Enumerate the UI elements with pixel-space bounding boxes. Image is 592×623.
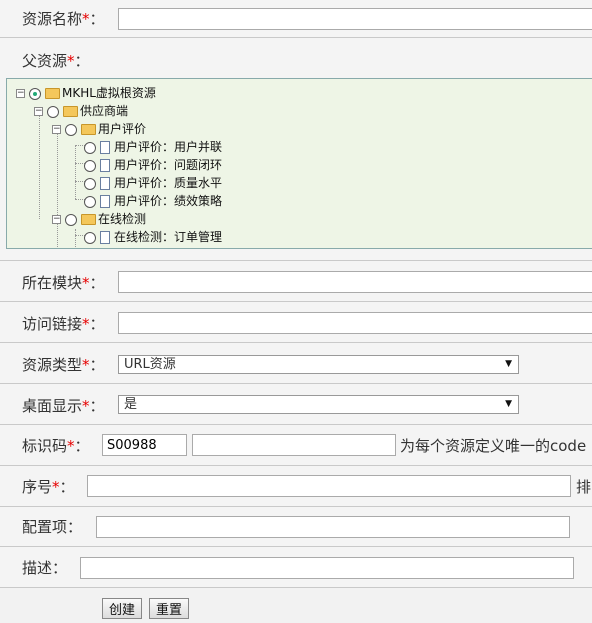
- resource-name-label: 资源名称*：: [22, 10, 105, 28]
- row-resource-name: 资源名称*：: [0, 0, 592, 38]
- radio-button[interactable]: [84, 141, 96, 154]
- tree-node-user-eval-c[interactable]: 用户评价：质量水平: [84, 174, 222, 192]
- dropdown-arrow-icon: ▼: [505, 359, 512, 369]
- document-icon: [100, 195, 110, 208]
- collapse-icon[interactable]: −: [52, 215, 61, 224]
- module-input[interactable]: [118, 271, 592, 293]
- config-input[interactable]: [96, 516, 570, 538]
- row-module: 所在模块*：: [0, 261, 592, 302]
- reset-button[interactable]: 重置: [149, 598, 190, 619]
- order-input[interactable]: [87, 475, 571, 497]
- parent-resource-tree[interactable]: − MKHL虚拟根资源 − 供应商端 − 用户评价 用户评价：用户并联 用户评价：问题…: [6, 78, 592, 249]
- folder-icon: [45, 88, 60, 99]
- tree-node-user-eval-d[interactable]: 用户评价：绩效策略: [84, 192, 222, 210]
- tree-node-online-check[interactable]: − 在线检测: [52, 210, 146, 228]
- resource-type-select[interactable]: URL资源 ▼: [118, 355, 519, 374]
- desktop-display-label: 桌面显示*：: [22, 397, 105, 415]
- identifier-label: 标识码*：: [22, 437, 90, 455]
- parent-resource-label: 父资源*：: [22, 52, 90, 70]
- row-identifier: 标识码*： 为每个资源定义唯一的code: [0, 425, 592, 466]
- document-icon: [100, 231, 110, 244]
- collapse-icon[interactable]: −: [16, 89, 25, 98]
- resource-type-label: 资源类型*：: [22, 356, 105, 374]
- radio-button[interactable]: [84, 177, 96, 190]
- collapse-icon[interactable]: −: [52, 125, 61, 134]
- module-label: 所在模块*：: [22, 274, 105, 292]
- identifier-input[interactable]: [192, 434, 396, 456]
- folder-icon: [81, 124, 96, 135]
- tree-node-user-eval[interactable]: − 用户评价: [52, 120, 146, 138]
- radio-button[interactable]: [84, 159, 96, 172]
- radio-button[interactable]: [84, 231, 96, 244]
- config-label: 配置项：: [22, 518, 83, 536]
- row-resource-type: 资源类型*： URL资源 ▼: [0, 343, 592, 384]
- row-config: 配置项：: [0, 507, 592, 547]
- row-access-link: 访问链接*：: [0, 302, 592, 343]
- dropdown-arrow-icon: ▼: [505, 399, 512, 409]
- document-icon: [100, 177, 110, 190]
- radio-button[interactable]: [29, 87, 41, 100]
- radio-button[interactable]: [65, 213, 77, 226]
- identifier-hint: 为每个资源定义唯一的code: [400, 437, 587, 455]
- radio-button[interactable]: [47, 105, 59, 118]
- folder-icon: [81, 214, 96, 225]
- identifier-prefix-input[interactable]: [102, 434, 187, 456]
- order-label: 序号*：: [22, 478, 75, 496]
- access-link-label: 访问链接*：: [22, 315, 105, 333]
- resource-name-input[interactable]: [118, 8, 592, 30]
- desktop-display-select[interactable]: 是 ▼: [118, 395, 519, 414]
- radio-button[interactable]: [65, 123, 77, 136]
- description-label: 描述：: [22, 559, 68, 577]
- tree-node-supplier[interactable]: − 供应商端: [34, 102, 128, 120]
- row-order: 序号*： 排: [0, 466, 592, 507]
- tree-node-user-eval-a[interactable]: 用户评价：用户并联: [84, 138, 222, 156]
- tree-node-online-check-a[interactable]: 在线检测：订单管理: [84, 228, 222, 246]
- row-desktop-display: 桌面显示*： 是 ▼: [0, 384, 592, 425]
- description-input[interactable]: [80, 557, 574, 579]
- tree-node-user-eval-b[interactable]: 用户评价：问题闭环: [84, 156, 222, 174]
- access-link-input[interactable]: [118, 312, 592, 334]
- tree-node-partial: [84, 246, 100, 248]
- create-button[interactable]: 创建: [102, 598, 143, 619]
- row-description: 描述：: [0, 547, 592, 588]
- collapse-icon[interactable]: −: [34, 107, 43, 116]
- document-icon: [100, 141, 110, 154]
- tree-node-root[interactable]: − MKHL虚拟根资源: [16, 84, 156, 102]
- order-hint: 排: [576, 478, 592, 496]
- document-icon: [100, 159, 110, 172]
- radio-button[interactable]: [84, 195, 96, 208]
- folder-icon: [63, 106, 78, 117]
